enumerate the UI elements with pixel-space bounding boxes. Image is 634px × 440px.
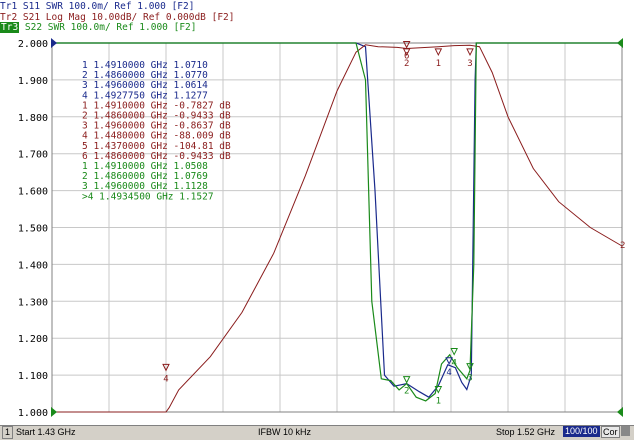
y-tick-label: 1.600 xyxy=(18,187,48,198)
right-edge-label: 2 xyxy=(620,241,625,251)
marker-label: 1 xyxy=(436,59,441,69)
marker-triangle xyxy=(450,348,458,356)
y-tick-label: 1.900 xyxy=(18,76,48,87)
status-bar: 1 Start 1.43 GHz IFBW 10 kHz Stop 1.52 G… xyxy=(0,425,634,440)
y-tick-label: 1.000 xyxy=(18,408,48,419)
marker-table: 1 1.4910000 GHz 1.07102 1.4860000 GHz 1.… xyxy=(82,60,231,202)
stop-frequency[interactable]: Stop 1.52 GHz xyxy=(496,426,555,439)
trace1-label[interactable]: Tr1 S11 SWR 100.0m/ Ref 1.000 [F2] xyxy=(0,1,194,12)
trace3-label[interactable]: Tr3 S22 SWR 100.0m/ Ref 1.000 [F2] xyxy=(0,22,196,33)
ref-marker-bottom xyxy=(51,407,57,417)
y-tick-labels: 2.000 1.900 1.800 1.700 1.600 1.500 1.400 1.300… xyxy=(18,39,48,419)
y-tick-label: 1.700 xyxy=(18,150,48,161)
marker-triangle xyxy=(434,48,443,57)
y-tick-label: 1.100 xyxy=(18,371,48,382)
trace3-label-text: S22 SWR 100.0m/ Ref 1.000 [F2] xyxy=(19,22,197,33)
marker-triangle xyxy=(402,376,411,384)
plot-area[interactable]: 2.000 1.900 1.800 1.700 1.600 1.500 1.400 1.300… xyxy=(0,33,634,425)
ref-marker-bottom-right xyxy=(617,407,623,417)
y-tick-label: 1.800 xyxy=(18,113,48,124)
measurement-chart[interactable]: 2.000 1.900 1.800 1.700 1.600 1.500 1.400 1.300… xyxy=(0,33,634,425)
start-frequency[interactable]: Start 1.43 GHz xyxy=(16,426,76,439)
marker-label: 3 xyxy=(467,374,472,384)
ref-marker-top xyxy=(51,38,57,48)
marker-label: 1 xyxy=(436,397,441,407)
y-tick-label: 1.300 xyxy=(18,297,48,308)
marker-label: 4 xyxy=(446,368,451,378)
averaging-counter[interactable]: 100/100 xyxy=(563,426,600,437)
y-tick-label: 1.500 xyxy=(18,224,48,235)
marker-triangle xyxy=(402,41,411,49)
correction-indicator[interactable]: Cor xyxy=(601,426,620,438)
ref-marker-top-right xyxy=(617,38,623,48)
trace-header: Tr1 S11 SWR 100.0m/ Ref 1.000 [F2] Tr2 S… xyxy=(0,0,634,33)
channel-indicator[interactable]: 1 xyxy=(2,426,14,439)
ifbw-value[interactable]: IFBW 10 kHz xyxy=(258,426,311,439)
y-tick-label: 1.400 xyxy=(18,260,48,271)
y-tick-label: 1.200 xyxy=(18,334,48,345)
lock-icon xyxy=(621,426,630,436)
marker-label: 4 xyxy=(451,359,456,369)
marker-triangle xyxy=(466,48,474,57)
marker-label: 2 xyxy=(404,59,409,69)
marker-label: 3 xyxy=(467,59,472,69)
y-tick-label: 2.000 xyxy=(18,39,48,50)
trace3-active-tag: Tr3 xyxy=(0,22,20,33)
marker-label: 2 xyxy=(404,387,409,397)
marker-label: 4 xyxy=(163,374,168,384)
marker-table-row: >4 1.4934500 GHz 1.1527 xyxy=(82,191,214,202)
